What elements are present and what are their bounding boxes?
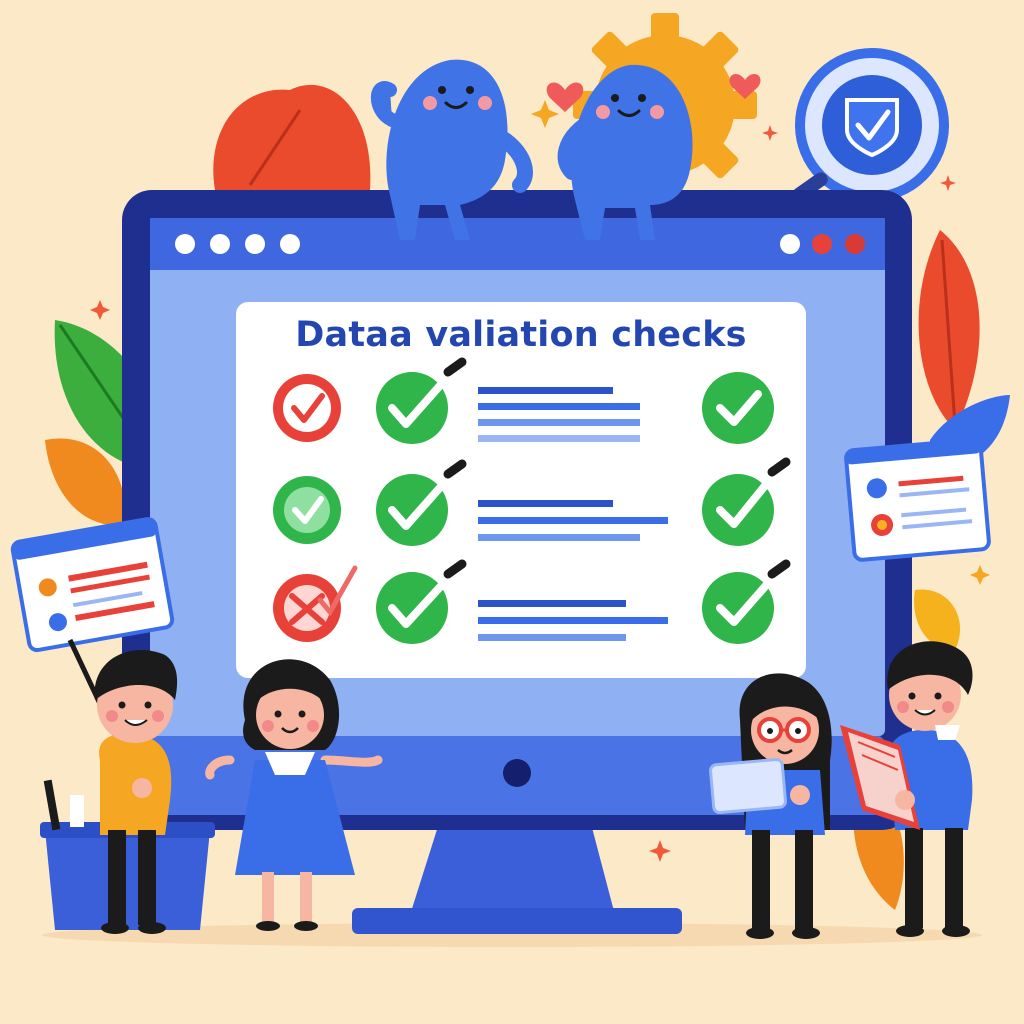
illustration-scene <box>0 0 1024 1024</box>
red-check-icon <box>273 374 341 442</box>
green-check-icon <box>273 476 341 544</box>
monitor-power-button[interactable] <box>503 759 531 787</box>
green-check-icon <box>702 372 774 444</box>
page-title: Dataa valiation checks <box>295 315 747 355</box>
window-controls-right[interactable] <box>780 234 865 254</box>
tablet-icon <box>709 757 787 815</box>
floating-card-left <box>10 517 175 653</box>
window-dot-white[interactable] <box>780 234 800 254</box>
window-dot-red[interactable] <box>845 234 865 254</box>
floating-card-right <box>844 437 991 562</box>
window-dot-red[interactable] <box>812 234 832 254</box>
illustration-canvas <box>0 0 1024 1024</box>
